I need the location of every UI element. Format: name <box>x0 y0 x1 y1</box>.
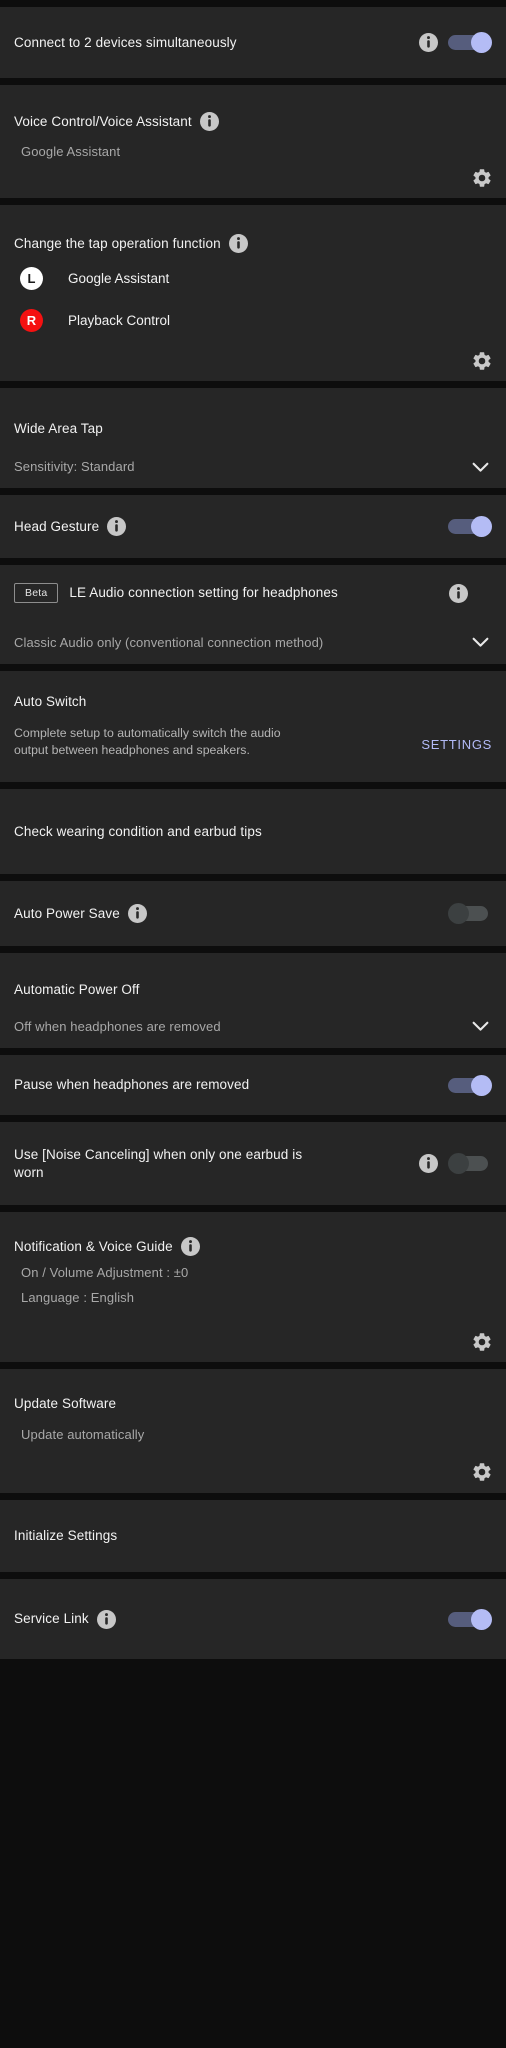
automatic-power-off-value: Off when headphones are removed <box>14 1018 221 1034</box>
notification-voice-guide-title: Notification & Voice Guide <box>14 1239 173 1255</box>
pause-when-removed-title: Pause when headphones are removed <box>14 1077 250 1093</box>
gear-icon[interactable] <box>471 1461 493 1483</box>
tap-assignment-row[interactable]: L Google Assistant <box>0 257 506 299</box>
wide-area-tap-value: Sensitivity: Standard <box>14 459 135 475</box>
section-multipoint[interactable]: Connect to 2 devices simultaneously <box>0 7 506 78</box>
multipoint-title: Connect to 2 devices simultaneously <box>14 34 237 50</box>
info-icon[interactable] <box>96 1609 116 1629</box>
automatic-power-off-dropdown[interactable]: Off when headphones are removed <box>0 1005 506 1048</box>
info-icon[interactable] <box>127 904 147 923</box>
section-pause-when-removed[interactable]: Pause when headphones are removed <box>0 1055 506 1115</box>
left-earbud-function: Google Assistant <box>68 270 170 286</box>
update-software-value: Update automatically <box>21 1427 145 1443</box>
info-icon[interactable] <box>180 1237 200 1256</box>
nc-one-earbud-toggle[interactable] <box>448 1153 492 1174</box>
section-notification-voice-guide[interactable]: Notification & Voice Guide On / Volume A… <box>0 1212 506 1362</box>
auto-switch-description: Complete setup to automatically switch t… <box>14 726 281 757</box>
info-icon[interactable] <box>419 1154 438 1173</box>
section-voice-assistant[interactable]: Voice Control/Voice Assistant Google Ass… <box>0 85 506 198</box>
notification-voice-guide-value-line1: On / Volume Adjustment : ±0 <box>21 1265 189 1281</box>
initialize-settings-title: Initialize Settings <box>14 1528 118 1544</box>
le-audio-value: Classic Audio only (conventional connect… <box>14 634 324 650</box>
section-head-gesture[interactable]: Head Gesture <box>0 495 506 558</box>
right-earbud-function: Playback Control <box>68 312 171 328</box>
wearing-check-title: Check wearing condition and earbud tips <box>14 823 262 839</box>
beta-badge: Beta <box>14 583 59 603</box>
tap-assignment-row[interactable]: R Playback Control <box>0 299 506 341</box>
voice-assistant-title: Voice Control/Voice Assistant <box>14 114 192 130</box>
tap-operation-title: Change the tap operation function <box>14 236 221 252</box>
section-service-link[interactable]: Service Link <box>0 1579 506 1659</box>
right-earbud-badge: R <box>20 308 43 332</box>
gear-icon[interactable] <box>471 1331 493 1353</box>
info-icon[interactable] <box>228 234 248 253</box>
wide-area-tap-title: Wide Area Tap <box>14 421 103 437</box>
section-le-audio[interactable]: Beta LE Audio connection setting for hea… <box>0 565 506 664</box>
info-icon[interactable] <box>449 583 468 603</box>
section-automatic-power-off[interactable]: Automatic Power Off Off when headphones … <box>0 953 506 1048</box>
section-wide-area-tap[interactable]: Wide Area Tap Sensitivity: Standard <box>0 388 506 488</box>
nc-one-earbud-title: Use [Noise Canceling] when only one earb… <box>14 1146 303 1180</box>
info-icon[interactable] <box>107 517 127 536</box>
section-wearing-check[interactable]: Check wearing condition and earbud tips <box>0 789 506 874</box>
chevron-down-icon[interactable] <box>468 455 492 479</box>
auto-switch-settings-button[interactable]: SETTINGS <box>421 737 492 752</box>
multipoint-toggle[interactable] <box>448 32 492 53</box>
service-link-toggle[interactable] <box>448 1608 492 1630</box>
head-gesture-title: Head Gesture <box>14 518 100 534</box>
service-link-title: Service Link <box>14 1611 89 1627</box>
wide-area-tap-dropdown[interactable]: Sensitivity: Standard <box>0 446 506 488</box>
section-initialize-settings[interactable]: Initialize Settings <box>0 1500 506 1572</box>
auto-switch-title: Auto Switch <box>14 694 87 710</box>
left-earbud-badge: L <box>20 266 43 290</box>
pause-when-removed-toggle[interactable] <box>448 1074 492 1096</box>
head-gesture-toggle[interactable] <box>448 516 492 537</box>
le-audio-dropdown[interactable]: Classic Audio only (conventional connect… <box>0 621 506 664</box>
chevron-down-icon[interactable] <box>468 631 492 655</box>
section-auto-switch[interactable]: Auto Switch Complete setup to automatica… <box>0 671 506 782</box>
settings-screen: Connect to 2 devices simultaneously Voic… <box>0 0 506 1659</box>
section-nc-one-earbud[interactable]: Use [Noise Canceling] when only one earb… <box>0 1122 506 1205</box>
section-auto-power-save[interactable]: Auto Power Save <box>0 881 506 946</box>
voice-assistant-value: Google Assistant <box>21 144 121 160</box>
update-software-title: Update Software <box>14 1396 117 1412</box>
gear-icon[interactable] <box>471 167 493 189</box>
info-icon[interactable] <box>419 33 438 52</box>
section-tap-operation[interactable]: Change the tap operation function L Goog… <box>0 205 506 381</box>
gear-icon[interactable] <box>471 350 493 372</box>
info-icon[interactable] <box>199 112 219 131</box>
chevron-down-icon[interactable] <box>468 1015 492 1039</box>
le-audio-title: LE Audio connection setting for headphon… <box>69 585 338 601</box>
notification-voice-guide-value-line2: Language : English <box>21 1290 135 1306</box>
section-update-software[interactable]: Update Software Update automatically <box>0 1369 506 1493</box>
automatic-power-off-title: Automatic Power Off <box>14 982 140 998</box>
auto-power-save-toggle[interactable] <box>448 903 492 924</box>
auto-power-save-title: Auto Power Save <box>14 905 120 921</box>
